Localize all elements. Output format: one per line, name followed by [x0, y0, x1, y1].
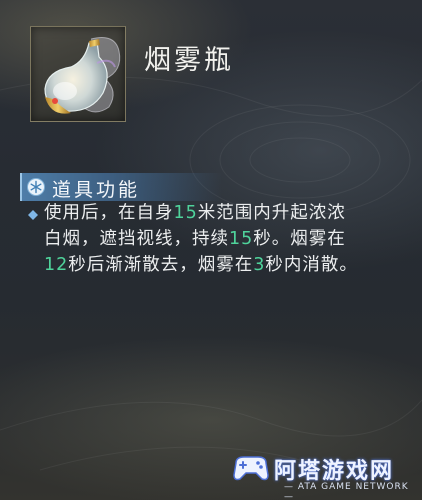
- section-title: 道具功能: [52, 179, 141, 201]
- desc-text: 秒内消散。: [265, 255, 358, 275]
- item-name: 烟雾瓶: [144, 45, 234, 76]
- desc-text: 白烟，遮挡视线，持续: [44, 229, 229, 249]
- desc-text: 秒。烟雾在: [253, 229, 346, 249]
- desc-text: 使用后，在自身: [44, 203, 174, 223]
- desc-number-fade-time: 3: [253, 255, 266, 275]
- item-icon-frame: [30, 26, 126, 122]
- desc-text: 米范围内升起浓浓: [197, 203, 346, 223]
- desc-number-duration: 15: [229, 229, 254, 249]
- snowflake-icon: [27, 178, 45, 196]
- item-tooltip-panel: 烟雾瓶 道具功能 使用后，在自身15米范围内升起浓浓 白烟，遮挡视线，持续15秒…: [0, 0, 422, 500]
- diamond-bullet-icon: [28, 210, 38, 220]
- desc-text: 秒后渐渐散去，烟雾在: [68, 255, 254, 275]
- watermark-subtitle: — ATA GAME NETWORK —: [284, 482, 409, 500]
- watermark: 阿塔游戏网 — ATA GAME NETWORK —: [222, 447, 422, 500]
- desc-number-range: 15: [173, 203, 198, 223]
- gamepad-logo-icon: [233, 456, 269, 481]
- item-description: 使用后，在自身15米范围内升起浓浓 白烟，遮挡视线，持续15秒。烟雾在 12秒后…: [44, 200, 414, 278]
- desc-number-fade-start: 12: [44, 255, 69, 275]
- section-header-item-function: 道具功能: [20, 173, 222, 201]
- smoke-bottle-icon: [44, 37, 121, 114]
- watermark-site-name: 阿塔游戏网: [274, 459, 395, 484]
